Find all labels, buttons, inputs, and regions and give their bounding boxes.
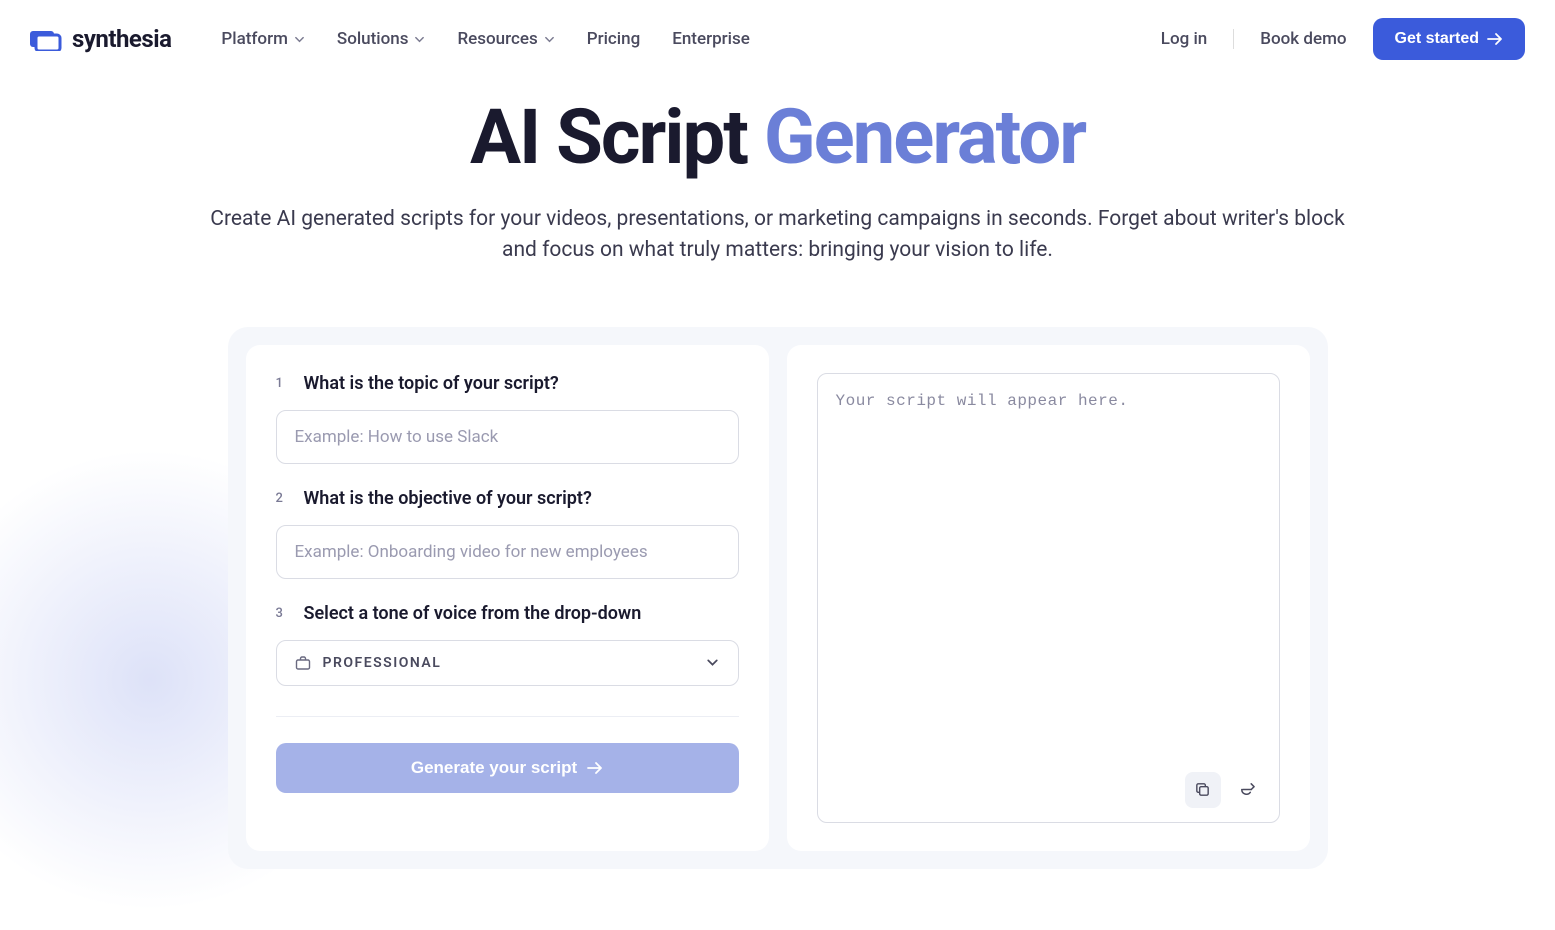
objective-input[interactable] [276, 525, 739, 579]
copy-button[interactable] [1185, 772, 1221, 808]
page-subtitle: Create AI generated scripts for your vid… [198, 204, 1358, 267]
nav-item-platform[interactable]: Platform [221, 29, 304, 49]
login-link[interactable]: Log in [1161, 29, 1207, 49]
copy-icon [1194, 781, 1211, 798]
output-card: Your script will appear here. [787, 345, 1310, 851]
chevron-down-icon [414, 34, 425, 45]
logo-text: synthesia [72, 25, 171, 53]
title-main: AI Script [470, 92, 764, 182]
tone-selected: PROFESSIONAL [323, 655, 693, 671]
book-demo-link[interactable]: Book demo [1260, 29, 1346, 49]
topic-input[interactable] [276, 410, 739, 464]
step-number: 3 [276, 606, 290, 621]
objective-label: What is the objective of your script? [304, 488, 592, 509]
page-title: AI Script Generator [60, 98, 1495, 178]
arrow-right-icon [1487, 32, 1503, 46]
output-placeholder: Your script will appear here. [836, 392, 1261, 410]
nav-label: Resources [457, 29, 537, 49]
divider [1233, 29, 1234, 49]
title-accent: Generator [764, 92, 1085, 182]
nav-item-resources[interactable]: Resources [457, 29, 554, 49]
output-box: Your script will appear here. [817, 373, 1280, 823]
redo-icon [1238, 781, 1255, 798]
chevron-down-icon [705, 655, 720, 670]
nav-item-pricing[interactable]: Pricing [587, 29, 641, 49]
chevron-down-icon [544, 34, 555, 45]
logo[interactable]: synthesia [30, 25, 171, 53]
redo-button[interactable] [1229, 772, 1265, 808]
header-actions: Log in Book demo Get started [1161, 18, 1525, 60]
logo-icon [30, 27, 62, 51]
output-actions [1185, 772, 1265, 808]
generate-button[interactable]: Generate your script [276, 743, 739, 793]
form-group-tone: 3 Select a tone of voice from the drop-d… [276, 603, 739, 686]
form-group-objective: 2 What is the objective of your script? [276, 488, 739, 579]
divider [276, 716, 739, 717]
form-card: 1 What is the topic of your script? 2 Wh… [246, 345, 769, 851]
nav-label: Solutions [337, 29, 409, 49]
tone-dropdown[interactable]: PROFESSIONAL [276, 640, 739, 686]
generator-panel: 1 What is the topic of your script? 2 Wh… [228, 327, 1328, 869]
topic-label: What is the topic of your script? [304, 373, 559, 394]
nav-label: Enterprise [672, 29, 750, 49]
nav-item-solutions[interactable]: Solutions [337, 29, 426, 49]
get-started-button[interactable]: Get started [1373, 18, 1525, 60]
tone-label: Select a tone of voice from the drop-dow… [304, 603, 642, 624]
briefcase-icon [295, 655, 311, 671]
step-number: 2 [276, 491, 290, 506]
form-group-topic: 1 What is the topic of your script? [276, 373, 739, 464]
button-label: Get started [1395, 30, 1479, 48]
step-number: 1 [276, 376, 290, 391]
nav-item-enterprise[interactable]: Enterprise [672, 29, 750, 49]
nav-label: Platform [221, 29, 287, 49]
hero: AI Script Generator Create AI generated … [0, 98, 1555, 267]
chevron-down-icon [294, 34, 305, 45]
nav-label: Pricing [587, 29, 641, 49]
header: synthesia Platform Solutions Resources P… [0, 0, 1555, 78]
main-nav: Platform Solutions Resources Pricing Ent… [221, 29, 749, 49]
button-label: Generate your script [411, 758, 577, 778]
arrow-right-icon [587, 761, 603, 775]
